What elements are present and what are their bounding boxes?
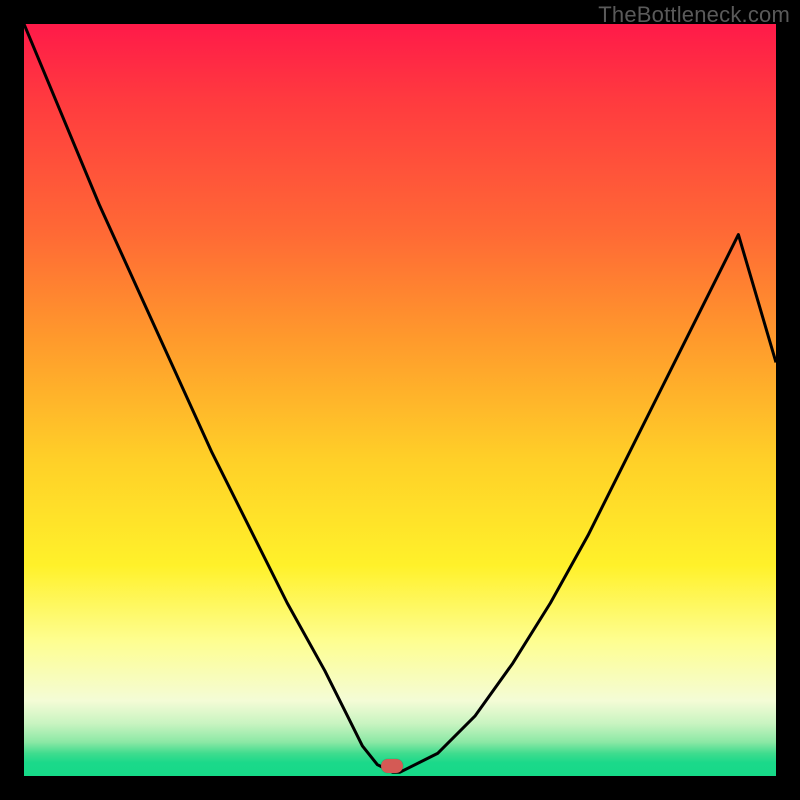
plot-area xyxy=(24,24,776,776)
bottleneck-curve xyxy=(24,24,776,776)
chart-frame: TheBottleneck.com xyxy=(0,0,800,800)
watermark-text: TheBottleneck.com xyxy=(598,2,790,28)
bottleneck-marker xyxy=(381,759,403,773)
